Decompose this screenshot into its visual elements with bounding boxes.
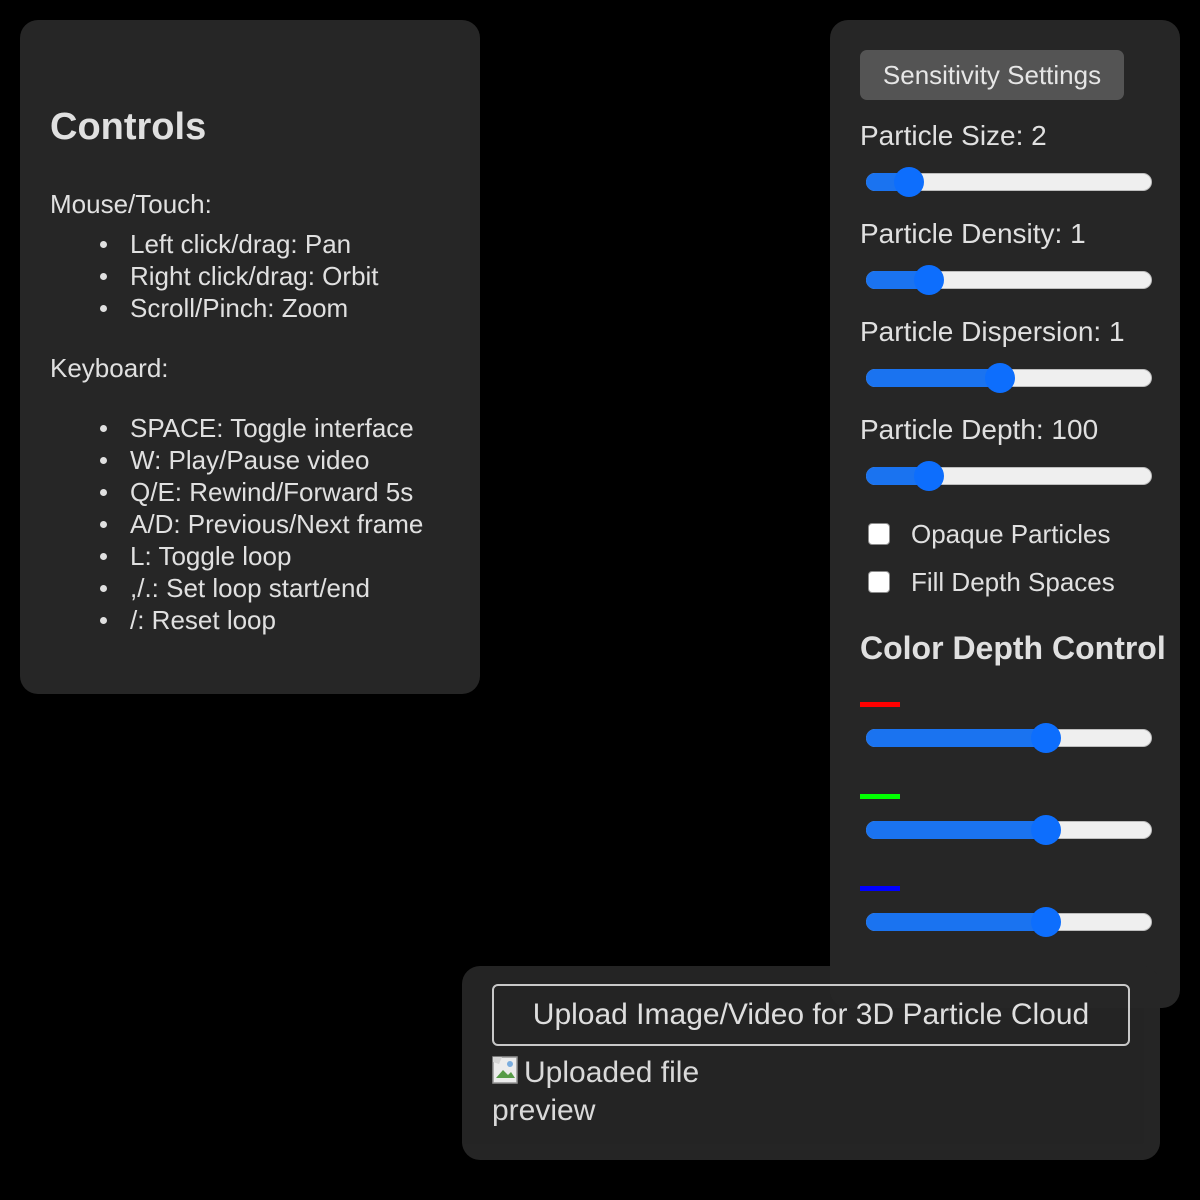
sensitivity-settings-button[interactable]: Sensitivity Settings xyxy=(860,50,1124,100)
slider-fill xyxy=(866,729,1046,747)
keyboard-controls-list: SPACE: Toggle interface W: Play/Pause vi… xyxy=(100,412,423,636)
slider-thumb[interactable] xyxy=(914,461,944,491)
opaque-particles-option[interactable]: Opaque Particles xyxy=(868,517,1110,551)
particle-depth-label: Particle Depth: 100 xyxy=(860,414,1099,445)
blue-channel-swatch xyxy=(860,886,900,891)
broken-image-icon xyxy=(492,1056,522,1086)
upload-panel: Upload Image/Video for 3D Particle Cloud… xyxy=(462,966,1160,1160)
mouse-section-label: Mouse/Touch: xyxy=(50,189,212,219)
opaque-particles-label: Opaque Particles xyxy=(911,518,1111,549)
list-item: L: Toggle loop xyxy=(100,540,423,572)
list-item: A/D: Previous/Next frame xyxy=(100,508,423,540)
particle-density-slider[interactable] xyxy=(866,265,1152,295)
fill-depth-spaces-checkbox[interactable] xyxy=(868,571,890,593)
blue-depth-slider[interactable] xyxy=(866,907,1152,937)
slider-thumb[interactable] xyxy=(1031,723,1061,753)
keyboard-section-label: Keyboard: xyxy=(50,353,169,383)
slider-thumb[interactable] xyxy=(894,167,924,197)
slider-thumb[interactable] xyxy=(985,363,1015,393)
particle-dispersion-slider[interactable] xyxy=(866,363,1152,393)
particle-depth-slider[interactable] xyxy=(866,461,1152,491)
particle-density-label: Particle Density: 1 xyxy=(860,218,1086,249)
file-preview: Uploaded file preview xyxy=(492,1054,732,1130)
green-depth-slider[interactable] xyxy=(866,815,1152,845)
file-preview-alt-text: Uploaded file preview xyxy=(492,1056,700,1127)
list-item: Left click/drag: Pan xyxy=(100,228,379,260)
fill-depth-spaces-option[interactable]: Fill Depth Spaces xyxy=(868,565,1115,599)
list-item: W: Play/Pause video xyxy=(100,444,423,476)
list-item: ,/.: Set loop start/end xyxy=(100,572,423,604)
settings-panel: Sensitivity Settings Particle Size: 2 Pa… xyxy=(830,20,1180,1008)
particle-size-label: Particle Size: 2 xyxy=(860,120,1047,151)
slider-fill xyxy=(866,821,1046,839)
list-item: SPACE: Toggle interface xyxy=(100,412,423,444)
controls-title: Controls xyxy=(50,106,207,148)
green-channel-swatch xyxy=(860,794,900,799)
slider-thumb[interactable] xyxy=(1031,815,1061,845)
slider-fill xyxy=(866,913,1046,931)
mouse-controls-list: Left click/drag: Pan Right click/drag: O… xyxy=(100,228,379,324)
opaque-particles-checkbox[interactable] xyxy=(868,523,890,545)
upload-button[interactable]: Upload Image/Video for 3D Particle Cloud xyxy=(492,984,1130,1046)
controls-panel: Controls Mouse/Touch: Left click/drag: P… xyxy=(20,20,480,694)
particle-size-slider[interactable] xyxy=(866,167,1152,197)
slider-thumb[interactable] xyxy=(914,265,944,295)
list-item: Right click/drag: Orbit xyxy=(100,260,379,292)
slider-thumb[interactable] xyxy=(1031,907,1061,937)
color-depth-title: Color Depth Control xyxy=(860,630,1166,666)
list-item: /: Reset loop xyxy=(100,604,423,636)
particle-dispersion-label: Particle Dispersion: 1 xyxy=(860,316,1125,347)
fill-depth-spaces-label: Fill Depth Spaces xyxy=(911,566,1115,597)
list-item: Q/E: Rewind/Forward 5s xyxy=(100,476,423,508)
red-depth-slider[interactable] xyxy=(866,723,1152,753)
list-item: Scroll/Pinch: Zoom xyxy=(100,292,379,324)
red-channel-swatch xyxy=(860,702,900,707)
slider-fill xyxy=(866,369,1000,387)
